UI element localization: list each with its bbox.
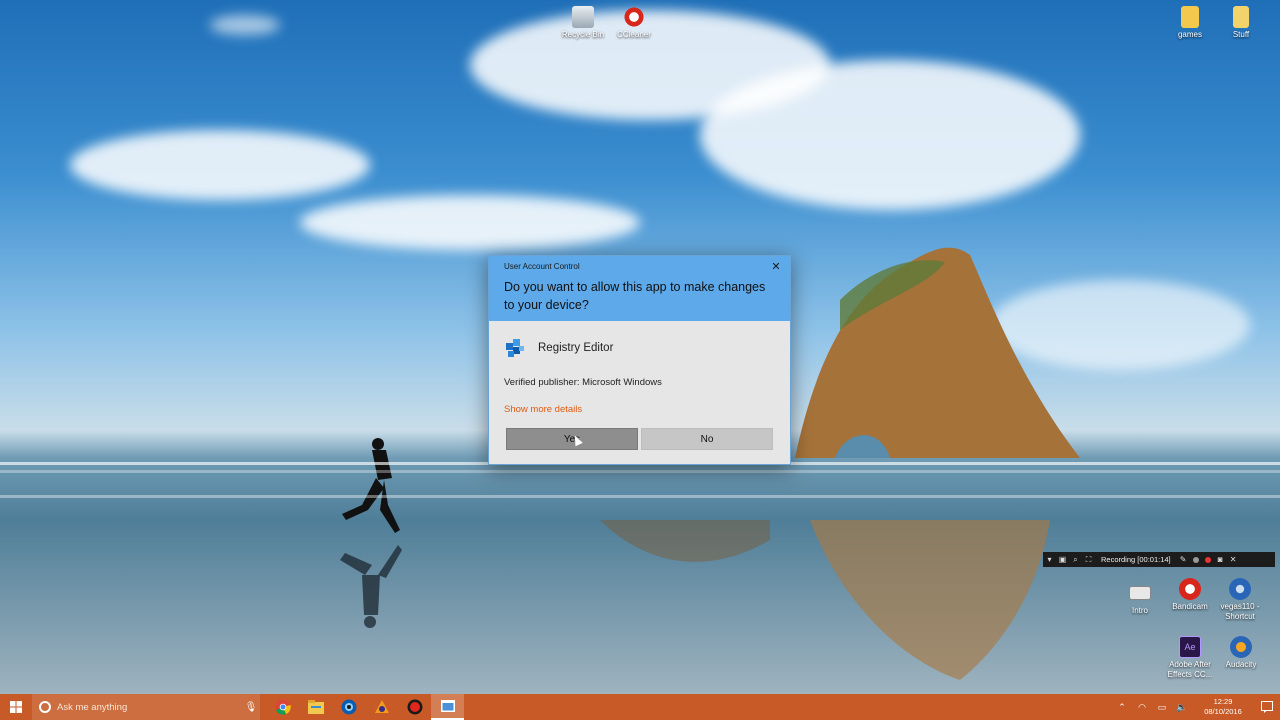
ccleaner-icon <box>623 6 645 28</box>
search-placeholder: Ask me anything <box>57 701 128 713</box>
file-explorer-icon <box>307 700 324 714</box>
desktop-icon-audacity[interactable]: Audacity <box>1209 636 1273 670</box>
bandicam-icon <box>407 699 422 715</box>
chrome-icon <box>275 699 291 715</box>
action-center-button[interactable] <box>1254 694 1280 720</box>
rock-arch <box>795 247 1080 458</box>
desktop-icon-vegas[interactable]: vegas110 - Shortcut <box>1208 578 1272 622</box>
rock-reflection <box>810 520 1050 680</box>
bandicam-icon <box>1179 578 1201 600</box>
windows-logo-icon <box>10 701 22 713</box>
vegas-icon <box>1229 578 1251 600</box>
folder-icon <box>1181 6 1199 28</box>
desktop-icon-ccleaner[interactable]: CCleaner <box>602 6 666 40</box>
record-stop-icon[interactable] <box>1204 556 1211 563</box>
clock-date: 08/10/2016 <box>1204 707 1242 716</box>
cortana-icon <box>39 701 51 713</box>
system-tray: ⌃ ◠ ▭ 🔈 12:29 08/10/2016 <box>1112 694 1280 720</box>
taskbar-chrome[interactable] <box>266 694 299 720</box>
recycle-bin-icon <box>572 6 594 28</box>
desktop-icon-label: Audacity <box>1225 660 1257 669</box>
taskbar: Ask me anything 🎙 ⌃ ◠ ▭ 🔈 12:29 08/10/20… <box>0 694 1280 720</box>
wifi-icon[interactable]: ◠ <box>1134 702 1150 713</box>
file-icon <box>1129 586 1151 600</box>
taskbar-edge[interactable] <box>332 694 365 720</box>
close-icon[interactable]: ✕ <box>768 259 784 275</box>
fullscreen-icon[interactable]: ⛶ <box>1082 552 1095 567</box>
desktop-icon-label: vegas110 - Shortcut <box>1220 602 1260 621</box>
start-button[interactable] <box>0 694 32 720</box>
desktop-icon-label: Recycle Bin <box>561 30 605 39</box>
cortana-search-box[interactable]: Ask me anything 🎙 <box>32 694 260 720</box>
show-details-link[interactable]: Show more details <box>504 404 582 415</box>
wave-line <box>0 495 1280 498</box>
taskbar-file-explorer[interactable] <box>299 694 332 720</box>
recording-toolbar: ▾ ▣ ⌕ ⛶ Recording [00:01:14] ✎ ◙ ✕ <box>1043 552 1275 567</box>
dropdown-icon[interactable]: ▾ <box>1043 552 1056 567</box>
runner-reflection <box>340 545 402 628</box>
media-app-icon <box>374 700 389 713</box>
clock-time: 12:29 <box>1213 697 1233 706</box>
desktop-icon-label: CCleaner <box>617 30 651 39</box>
pause-icon[interactable] <box>1192 556 1199 563</box>
microphone-icon[interactable]: 🎙 <box>242 702 260 713</box>
audacity-icon <box>1230 636 1252 658</box>
taskbar-clock[interactable]: 12:29 08/10/2016 <box>1195 697 1251 717</box>
publisher-text: Verified publisher: Microsoft Windows <box>504 377 662 388</box>
desktop-icon-label: Stuff <box>1232 30 1250 39</box>
desktop-icon-stuff[interactable]: Stuff <box>1209 6 1273 40</box>
pencil-icon[interactable]: ✎ <box>1177 552 1190 567</box>
after-effects-icon: Ae <box>1179 636 1201 658</box>
chevron-up-icon[interactable]: ⌃ <box>1114 702 1130 713</box>
battery-icon[interactable]: ▭ <box>1154 702 1170 713</box>
taskbar-bandicam[interactable] <box>398 694 431 720</box>
desktop-icon-label: games <box>1177 30 1202 39</box>
close-icon[interactable]: ✕ <box>1227 552 1240 567</box>
desktop-icon-label: Intro <box>1131 606 1148 615</box>
uac-header: User Account Control ✕ Do you want to al… <box>489 256 790 321</box>
volume-icon[interactable]: 🔈 <box>1174 702 1190 713</box>
desktop-icon-label: Adobe After Effects CC... <box>1167 660 1213 679</box>
window-icon[interactable]: ▣ <box>1056 552 1069 567</box>
app-row: Registry Editor <box>504 336 613 360</box>
desktop-icon-label: Bandicam <box>1172 602 1208 611</box>
search-icon[interactable]: ⌕ <box>1069 552 1082 567</box>
rock-reflection-left <box>600 520 770 562</box>
uac-question: Do you want to allow this app to make ch… <box>504 280 766 312</box>
folder-icon <box>1233 6 1249 28</box>
active-window-icon <box>440 700 455 712</box>
taskbar-active-window[interactable] <box>431 694 464 720</box>
app-name: Registry Editor <box>538 342 614 354</box>
no-button[interactable]: No <box>641 428 773 450</box>
registry-editor-icon <box>506 339 524 357</box>
edge-icon <box>341 699 356 715</box>
camera-icon[interactable]: ◙ <box>1214 552 1227 567</box>
recording-status: Recording [00:01:14] <box>1101 555 1171 564</box>
wave-line <box>0 470 1280 473</box>
taskbar-media-app[interactable] <box>365 694 398 720</box>
runner-silhouette <box>342 438 400 533</box>
uac-dialog: User Account Control ✕ Do you want to al… <box>488 255 791 465</box>
uac-title: User Account Control <box>504 262 580 271</box>
notification-icon <box>1261 701 1273 713</box>
